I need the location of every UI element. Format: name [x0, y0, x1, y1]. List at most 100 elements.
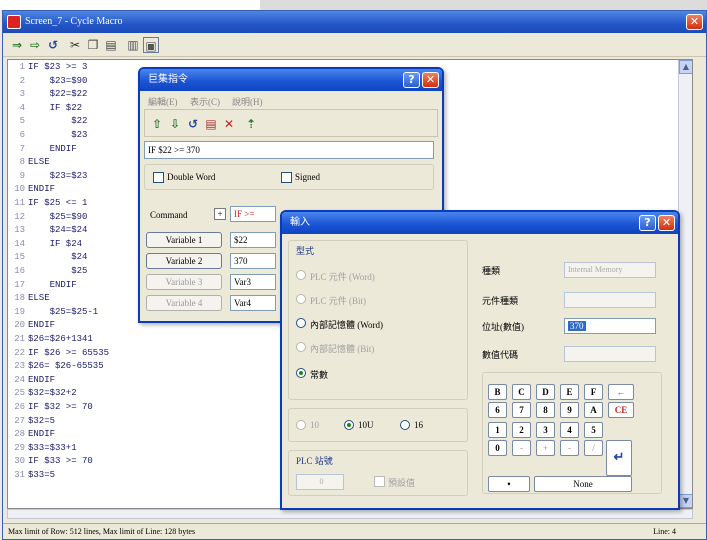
expression-field[interactable]: IF $22 >= 370 — [144, 141, 434, 159]
line-number: 29 — [14, 442, 25, 453]
base-radio-16[interactable] — [400, 420, 410, 430]
keypad-key[interactable]: 1 — [488, 422, 507, 438]
base-label-10u: 10U — [358, 420, 374, 430]
vertical-scrollbar[interactable]: ▲ ▼ — [678, 60, 692, 508]
variable-4-field[interactable]: Var4 — [230, 295, 276, 311]
address-value: 370 — [568, 321, 586, 331]
keypad-key[interactable]: 2 — [512, 422, 531, 438]
line-number: 22 — [14, 347, 25, 358]
menu-edit[interactable]: 編輯(E) — [148, 95, 178, 108]
input-close-button[interactable]: ✕ — [658, 215, 675, 231]
status-bar: Max limit of Row: 512 lines, Max limit o… — [3, 523, 706, 539]
code-text: $32=$32+2 — [28, 388, 77, 399]
keypad-key[interactable]: D — [536, 384, 555, 400]
keypad-key[interactable]: 3 — [536, 422, 555, 438]
move-down-icon[interactable]: ⇩ — [167, 116, 183, 132]
line-number: 19 — [14, 306, 25, 317]
type-label-internal-word: 內部記憶體 (Word) — [310, 320, 384, 330]
type-radio-plc-bit — [296, 294, 306, 304]
code-text: ENDIF — [28, 374, 56, 385]
delete-icon[interactable]: ✕ — [221, 116, 237, 132]
input-help-button[interactable]: ? — [639, 215, 656, 231]
address-field[interactable]: 370 — [564, 318, 656, 334]
keypad-key[interactable]: 6 — [488, 402, 507, 418]
line-number: 12 — [14, 211, 25, 222]
line-number: 5 — [19, 116, 25, 127]
command-expand-icon[interactable]: + — [214, 208, 226, 220]
code-text: $33=$33+1 — [28, 442, 77, 453]
paste-icon[interactable]: ▤ — [103, 37, 119, 53]
keypad-key[interactable]: C — [512, 384, 531, 400]
cut-icon[interactable]: ✂ — [67, 37, 83, 53]
signed-checkbox[interactable] — [281, 172, 292, 183]
type-radio-internal-word[interactable] — [296, 318, 306, 328]
keypad-key[interactable]: 4 — [560, 422, 579, 438]
keypad-key[interactable]: E — [560, 384, 579, 400]
keypad-key[interactable]: A — [584, 402, 603, 418]
code-text: IF $33 >= 70 — [28, 456, 93, 467]
line-number: 31 — [14, 470, 25, 480]
horizontal-scrollbar[interactable] — [7, 509, 693, 519]
variable-1-button[interactable]: Variable 1 — [146, 232, 222, 248]
edit-command-icon[interactable]: ▣ — [143, 37, 159, 53]
variable-2-button[interactable]: Variable 2 — [146, 253, 222, 269]
code-text: $23=$90 — [28, 75, 88, 86]
line-number: 27 — [14, 415, 25, 426]
line-number: 21 — [14, 334, 25, 344]
variable-2-field[interactable]: 370 — [230, 253, 276, 269]
keypad-key[interactable]: 7 — [512, 402, 531, 418]
variable-3-field[interactable]: Var3 — [230, 274, 276, 290]
copy-icon[interactable]: ❐ — [85, 37, 101, 53]
keypad-key[interactable]: F — [584, 384, 603, 400]
scroll-up-icon[interactable]: ▲ — [679, 60, 692, 74]
main-toolbar: ⇒ ⇨ ↺ ✂ ❐ ▤ ▥ ▣ — [3, 33, 706, 57]
line-number: 14 — [14, 238, 25, 249]
menu-help[interactable]: 說明(H) — [232, 95, 263, 108]
plc-station-label: PLC 站號 — [296, 456, 333, 466]
keypad-key[interactable]: ← — [608, 384, 634, 400]
double-word-checkbox[interactable] — [153, 172, 164, 183]
code-text: $26=$26+1341 — [28, 334, 93, 344]
dot-key[interactable]: • — [488, 476, 530, 492]
base-label-16: 16 — [414, 420, 423, 430]
undo-icon[interactable]: ↺ — [185, 116, 201, 132]
variable-1-field[interactable]: $22 — [230, 232, 276, 248]
cmd-close-button[interactable]: ✕ — [422, 72, 439, 88]
keypad-key[interactable]: B — [488, 384, 507, 400]
line-number: 1 — [19, 62, 25, 72]
base-radio-10 — [296, 420, 306, 430]
variable-4-button: Variable 4 — [146, 295, 222, 311]
keypad-key[interactable]: 0 — [488, 440, 507, 456]
base-label-10: 10 — [310, 420, 319, 430]
command-field[interactable]: IF >= — [230, 206, 276, 222]
keypad-key[interactable]: 8 — [536, 402, 555, 418]
keypad-key[interactable]: 9 — [560, 402, 579, 418]
export-icon[interactable]: ⇨ — [27, 37, 43, 53]
type-radio-constant[interactable] — [296, 368, 306, 378]
keypad-key[interactable]: CE — [608, 402, 634, 418]
enter-key[interactable]: ↵ — [606, 440, 632, 476]
line-number: 25 — [14, 388, 25, 399]
insert-icon[interactable]: ⇡ — [243, 116, 259, 132]
clear-icon[interactable]: ▤ — [203, 116, 219, 132]
compile-icon[interactable]: ▥ — [125, 37, 141, 53]
type-radio-internal-bit — [296, 342, 306, 352]
move-up-icon[interactable]: ⇧ — [149, 116, 165, 132]
undo-icon[interactable]: ↺ — [45, 37, 61, 53]
code-text: ENDIF — [28, 320, 56, 331]
import-icon[interactable]: ⇒ — [9, 37, 25, 53]
code-text: $32=5 — [28, 415, 56, 426]
base-radio-10u[interactable] — [344, 420, 354, 430]
none-key[interactable]: None — [534, 476, 632, 492]
keypad-key: / — [584, 440, 603, 456]
code-text: $23=$23 — [28, 170, 88, 181]
menu-view[interactable]: 表示(C) — [190, 95, 220, 108]
cmd-help-button[interactable]: ? — [403, 72, 420, 88]
code-text: ENDIF — [28, 184, 56, 195]
field-label-value-code: 數值代碼 — [482, 350, 519, 360]
keypad-key[interactable]: 5 — [584, 422, 603, 438]
scroll-down-icon[interactable]: ▼ — [679, 494, 692, 508]
line-number: 10 — [14, 184, 25, 195]
main-close-button[interactable]: ✕ — [686, 14, 703, 30]
code-text: IF $25 <= 1 — [28, 198, 88, 208]
